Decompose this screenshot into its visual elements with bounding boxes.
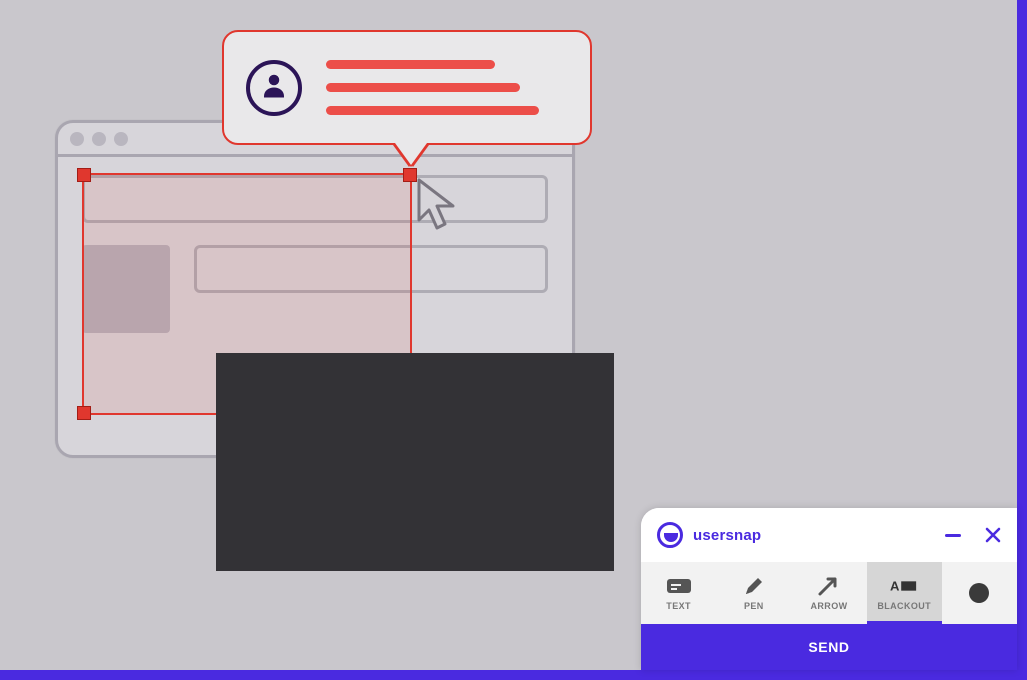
mock-image-block [82, 245, 170, 333]
user-avatar [246, 60, 302, 116]
tool-pen[interactable]: PEN [716, 562, 791, 624]
mock-input-field [194, 245, 548, 293]
traffic-light-dot [114, 132, 128, 146]
minimize-button[interactable] [945, 534, 961, 537]
widget-toolbar: TEXT PEN ARROW A BLACKOUT [641, 562, 1017, 624]
blackout-rectangle[interactable] [216, 353, 614, 571]
usersnap-widget: usersnap TEXT PEN ARROW A [641, 508, 1017, 670]
comment-line [326, 106, 539, 115]
usersnap-logo-icon [657, 522, 683, 548]
tool-label: TEXT [666, 601, 691, 611]
send-button[interactable]: SEND [641, 624, 1017, 670]
pen-tool-icon [740, 575, 768, 597]
comment-line [326, 83, 520, 92]
tool-blackout[interactable]: A BLACKOUT [867, 562, 942, 624]
comment-bubble-tail [395, 143, 427, 165]
blackout-tool-icon: A [890, 575, 918, 597]
traffic-light-dot [92, 132, 106, 146]
mock-window-body [58, 157, 572, 351]
arrow-tool-icon [815, 575, 843, 597]
send-button-label: SEND [808, 639, 849, 655]
tool-color-picker[interactable] [942, 562, 1017, 624]
frame-right-strip [1017, 0, 1027, 680]
widget-header: usersnap [641, 508, 1017, 562]
color-picker-icon [969, 583, 989, 603]
frame-bottom-strip [0, 670, 1027, 680]
user-icon [259, 70, 289, 105]
comment-bubble[interactable] [222, 30, 592, 145]
mock-input-field [82, 175, 548, 223]
traffic-light-dot [70, 132, 84, 146]
close-button[interactable] [985, 527, 1001, 543]
tool-arrow[interactable]: ARROW [791, 562, 866, 624]
tool-label: PEN [744, 601, 764, 611]
cursor-icon [415, 178, 463, 234]
text-tool-icon [665, 575, 693, 597]
tool-text[interactable]: TEXT [641, 562, 716, 624]
svg-text:A: A [890, 579, 900, 594]
brand-name: usersnap [693, 527, 761, 544]
comment-text-lines [326, 60, 568, 115]
comment-line [326, 60, 495, 69]
tool-label: BLACKOUT [877, 601, 931, 611]
tool-label: ARROW [811, 601, 848, 611]
